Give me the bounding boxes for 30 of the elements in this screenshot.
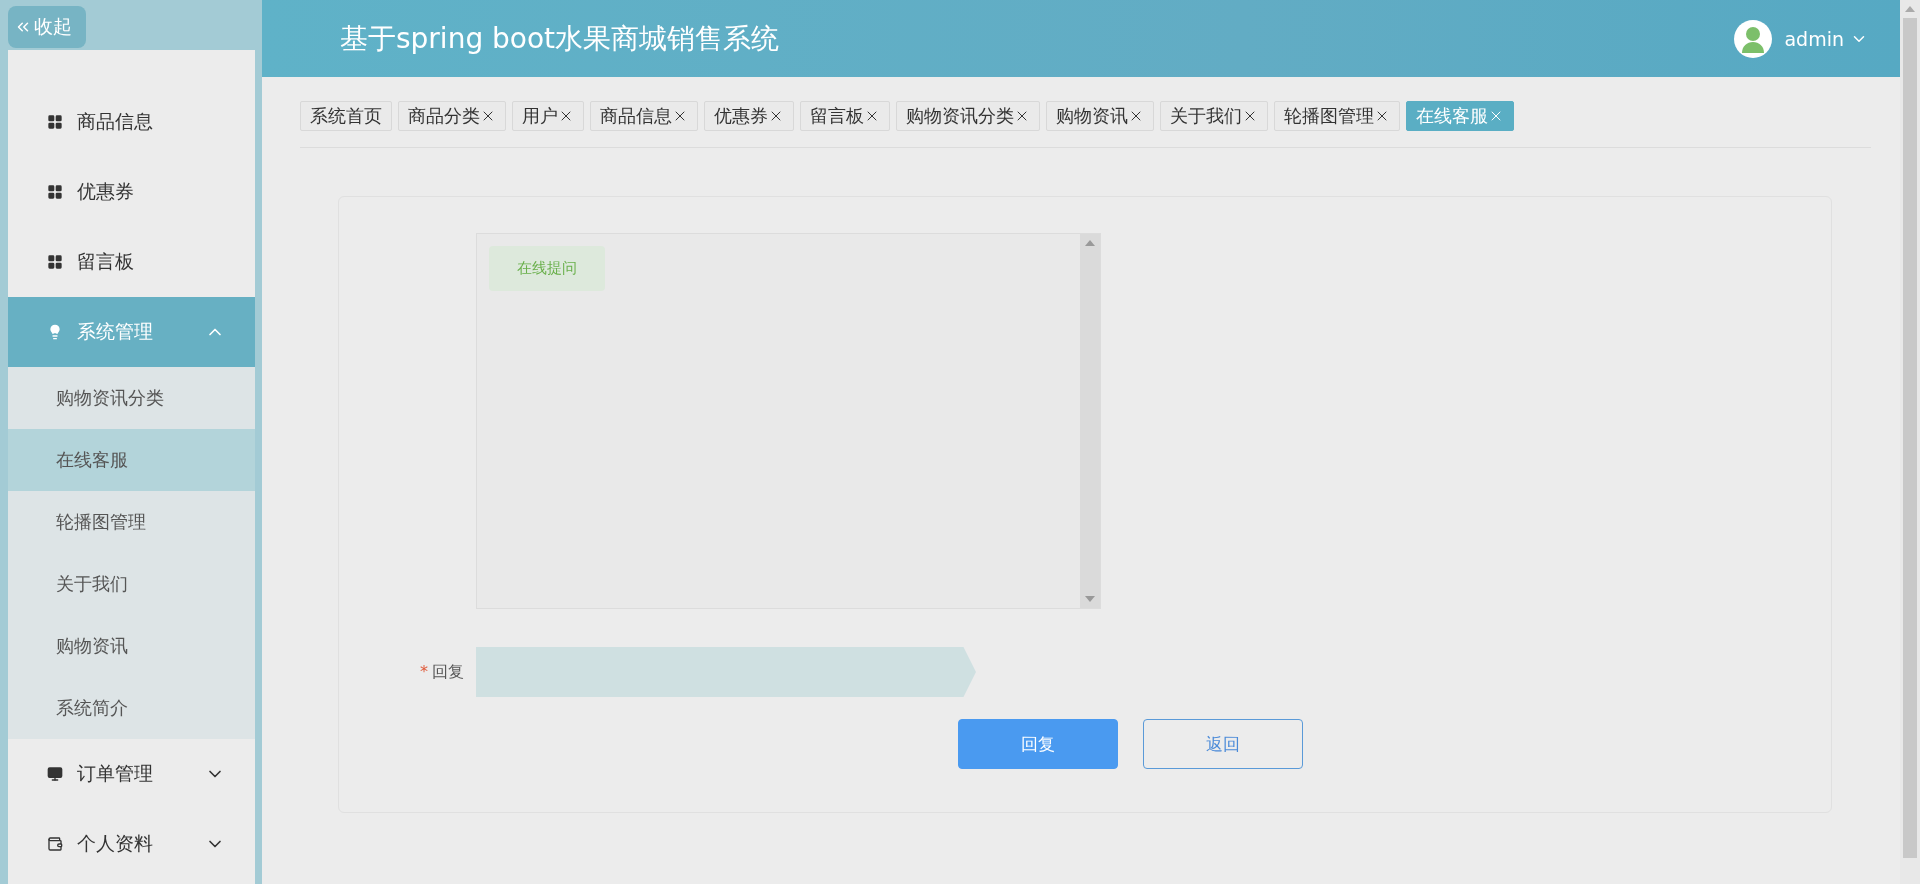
submenu-item[interactable]: 购物资讯 [8,615,255,677]
submenu-item[interactable]: 系统简介 [8,677,255,739]
wallet-icon [47,836,63,852]
user-silhouette-icon [1740,24,1767,53]
tab[interactable]: 轮播图管理 [1274,101,1400,131]
tab[interactable]: 优惠券 [704,101,794,131]
tab[interactable]: 用户 [512,101,584,131]
submenu-item[interactable]: 购物资讯分类 [8,367,255,429]
reply-field[interactable] [476,647,976,697]
app-title: 基于spring boot水果商城销售系统 [340,20,781,57]
tab[interactable]: 留言板 [800,101,890,131]
grid-icon [47,114,63,130]
tab[interactable]: 关于我们 [1160,101,1268,131]
monitor-icon [47,766,63,782]
avatar[interactable] [1734,19,1773,58]
grid-icon [47,184,63,200]
grid-icon [47,254,63,270]
field-label: 回复 [432,661,464,681]
lightbulb-icon [47,324,63,340]
submenu-item[interactable]: 轮播图管理 [8,491,255,553]
page-scrollbar[interactable] [1900,0,1920,884]
submenu-item[interactable]: 在线客服 [8,429,255,491]
required-mark: * [420,661,428,681]
tab[interactable]: 购物资讯 [1046,101,1154,131]
submenu-item[interactable]: 关于我们 [8,553,255,615]
tab[interactable]: 购物资讯分类 [896,101,1040,131]
tab[interactable]: 系统首页 [300,101,392,131]
tab[interactable]: 商品信息 [590,101,698,131]
chat-message: 在线提问 [489,246,605,291]
tab[interactable]: 商品分类 [398,101,506,131]
